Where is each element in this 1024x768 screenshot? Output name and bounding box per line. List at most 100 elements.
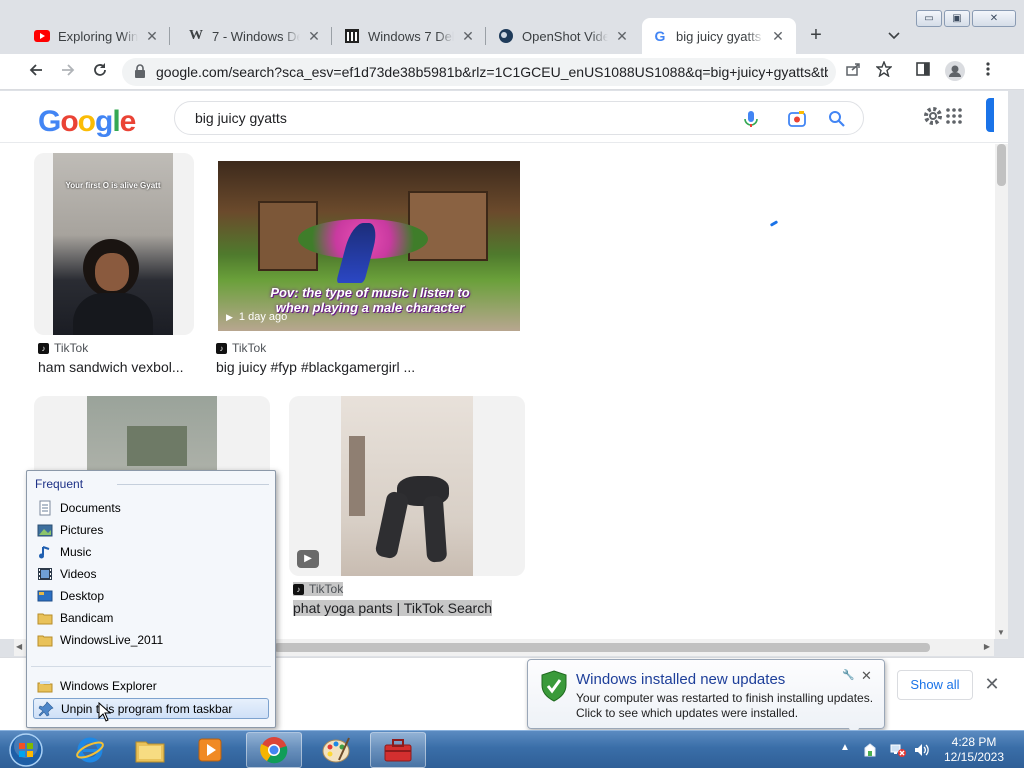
back-arrow-icon[interactable]: [24, 60, 48, 84]
volume-icon[interactable]: [913, 742, 929, 758]
close-window-button[interactable]: ✕: [972, 10, 1016, 27]
google-logo[interactable]: Google: [38, 105, 136, 139]
jump-list-item-desktop[interactable]: Desktop: [33, 586, 269, 606]
maximize-button[interactable]: ▣: [944, 10, 970, 27]
jump-list-item-music[interactable]: Music: [33, 542, 269, 562]
tab-windows-delta[interactable]: W 7 - Windows Delta ✕: [178, 18, 332, 54]
jump-list-item-bandicam[interactable]: Bandicam: [33, 608, 269, 628]
explorer-taskbar-button[interactable]: [122, 732, 178, 768]
paint-taskbar-button[interactable]: [308, 732, 364, 768]
profile-avatar[interactable]: [944, 61, 966, 83]
close-icon[interactable]: ✕: [770, 28, 786, 44]
result-card[interactable]: Your first O is alive Gyatt ♪ TikTok ham …: [34, 153, 194, 383]
action-center-icon[interactable]: [862, 742, 878, 758]
taskbar: ▲ 4:28 PM 12/15/2023: [0, 730, 1024, 768]
address-bar[interactable]: google.com/search?sca_esv=ef1d73de38b598…: [122, 58, 836, 86]
logo-letter: g: [95, 105, 113, 138]
scroll-left-icon[interactable]: ◀: [16, 642, 22, 651]
figure-leg: [422, 495, 448, 563]
show-all-button[interactable]: Show all: [897, 670, 973, 700]
close-icon[interactable]: ✕: [861, 668, 872, 684]
notification-title: Windows installed new updates: [576, 671, 786, 688]
folder-icon: [135, 741, 165, 763]
media-player-icon: [198, 738, 222, 762]
bookmark-star-icon[interactable]: [873, 60, 895, 83]
result-card[interactable]: ▶ ♪ TikTok phat yoga pants | TikTok Searc…: [289, 396, 525, 639]
jump-list-item-videos[interactable]: Videos: [33, 564, 269, 584]
openshot-icon: [498, 28, 514, 44]
logo-letter: o: [77, 105, 96, 138]
tab-title: OpenShot Video: [522, 28, 608, 44]
jump-list-item-pictures[interactable]: Pictures: [33, 520, 269, 540]
start-button[interactable]: [6, 731, 46, 768]
gear-icon[interactable]: [922, 105, 944, 127]
tiktok-icon: ♪: [38, 342, 49, 354]
tiktok-icon: ♪: [293, 583, 304, 595]
tab-title: big juicy gyatts -: [676, 28, 764, 44]
reload-icon[interactable]: [88, 60, 112, 84]
result-caption[interactable]: phat yoga pants | TikTok Search: [293, 600, 492, 616]
result-thumbnail[interactable]: Pov: the type of music I listen to when …: [218, 161, 520, 331]
age-text: 1 day ago: [238, 311, 288, 323]
jump-list-item-label: Documents: [60, 501, 121, 515]
close-icon[interactable]: ✕: [144, 28, 160, 44]
search-icon[interactable]: [827, 109, 847, 129]
tab-title: Exploring Windows: [58, 28, 138, 44]
jump-list-item-label: Unpin this program from taskbar: [61, 701, 233, 716]
share-icon[interactable]: [842, 61, 864, 83]
result-thumbnail[interactable]: Your first O is alive Gyatt: [34, 153, 194, 335]
tab-windows-7-delta[interactable]: Windows 7 Delta ✕: [334, 18, 486, 54]
microphone-icon[interactable]: [741, 109, 761, 129]
tab-google-search[interactable]: G big juicy gyatts - ✕: [642, 18, 796, 54]
minimize-button[interactable]: ▭: [916, 10, 942, 27]
jump-list-item-documents[interactable]: Documents: [33, 498, 269, 518]
network-icon[interactable]: [890, 742, 906, 758]
close-icon[interactable]: ✕: [460, 28, 476, 44]
camera-lens-icon[interactable]: [787, 109, 807, 129]
show-hidden-icons-button[interactable]: ▲: [840, 742, 856, 758]
scroll-right-icon[interactable]: ▶: [984, 642, 990, 651]
jump-list-windows-explorer[interactable]: Windows Explorer: [33, 676, 269, 696]
new-tab-button[interactable]: +: [805, 24, 827, 46]
vertical-scrollbar[interactable]: ▼: [995, 144, 1008, 639]
result-caption[interactable]: ham sandwich vexbol...: [38, 359, 184, 375]
close-icon[interactable]: ✕: [614, 28, 630, 44]
scroll-down-icon[interactable]: ▼: [997, 628, 1005, 637]
search-input[interactable]: big juicy gyatts: [174, 101, 864, 135]
update-notification[interactable]: Windows installed new updates Your compu…: [527, 659, 885, 729]
chrome-taskbar-button[interactable]: [246, 732, 302, 768]
tab-openshot[interactable]: OpenShot Video ✕: [488, 18, 640, 54]
google-icon: G: [654, 28, 666, 44]
tab-separator: [331, 27, 332, 45]
google-header: Google big juicy gyatts: [0, 91, 1008, 143]
result-thumbnail[interactable]: ▶: [289, 396, 525, 576]
scrollbar-thumb[interactable]: [274, 643, 930, 652]
figure-leg: [374, 490, 410, 560]
toolbox-taskbar-button[interactable]: [370, 732, 426, 768]
system-clock[interactable]: 4:28 PM 12/15/2023: [930, 735, 1018, 765]
close-icon[interactable]: ✕: [306, 28, 322, 44]
divider: [31, 666, 271, 667]
play-icon: ▶: [297, 550, 319, 568]
forward-arrow-icon[interactable]: [56, 60, 80, 84]
videos-icon: [38, 568, 52, 580]
media-player-taskbar-button[interactable]: [182, 732, 238, 768]
folder-icon: [37, 635, 53, 647]
unpin-from-taskbar-button[interactable]: Unpin this program from taskbar: [33, 698, 269, 719]
tab-exploring-windows[interactable]: Exploring Windows ✕: [24, 18, 170, 54]
internet-explorer-taskbar-button[interactable]: [62, 732, 118, 768]
result-card[interactable]: Pov: the type of music I listen to when …: [216, 153, 522, 383]
paint-palette-icon: [322, 737, 350, 763]
logo-letter: o: [60, 105, 78, 138]
wrench-icon[interactable]: 🔧: [842, 670, 854, 681]
chevron-down-icon[interactable]: [884, 26, 904, 46]
menu-kebab-icon[interactable]: [977, 61, 999, 83]
close-icon[interactable]: ✕: [982, 674, 1002, 694]
result-caption[interactable]: big juicy #fyp #blackgamergirl ...: [216, 359, 415, 375]
side-panel-icon[interactable]: [912, 61, 934, 83]
sign-in-button[interactable]: [986, 98, 994, 132]
jump-list-item-windowslive[interactable]: WindowsLive_2011: [33, 630, 269, 650]
scrollbar-thumb[interactable]: [997, 144, 1006, 186]
apps-grid-icon[interactable]: [946, 108, 962, 124]
unpin-icon: [38, 700, 54, 716]
